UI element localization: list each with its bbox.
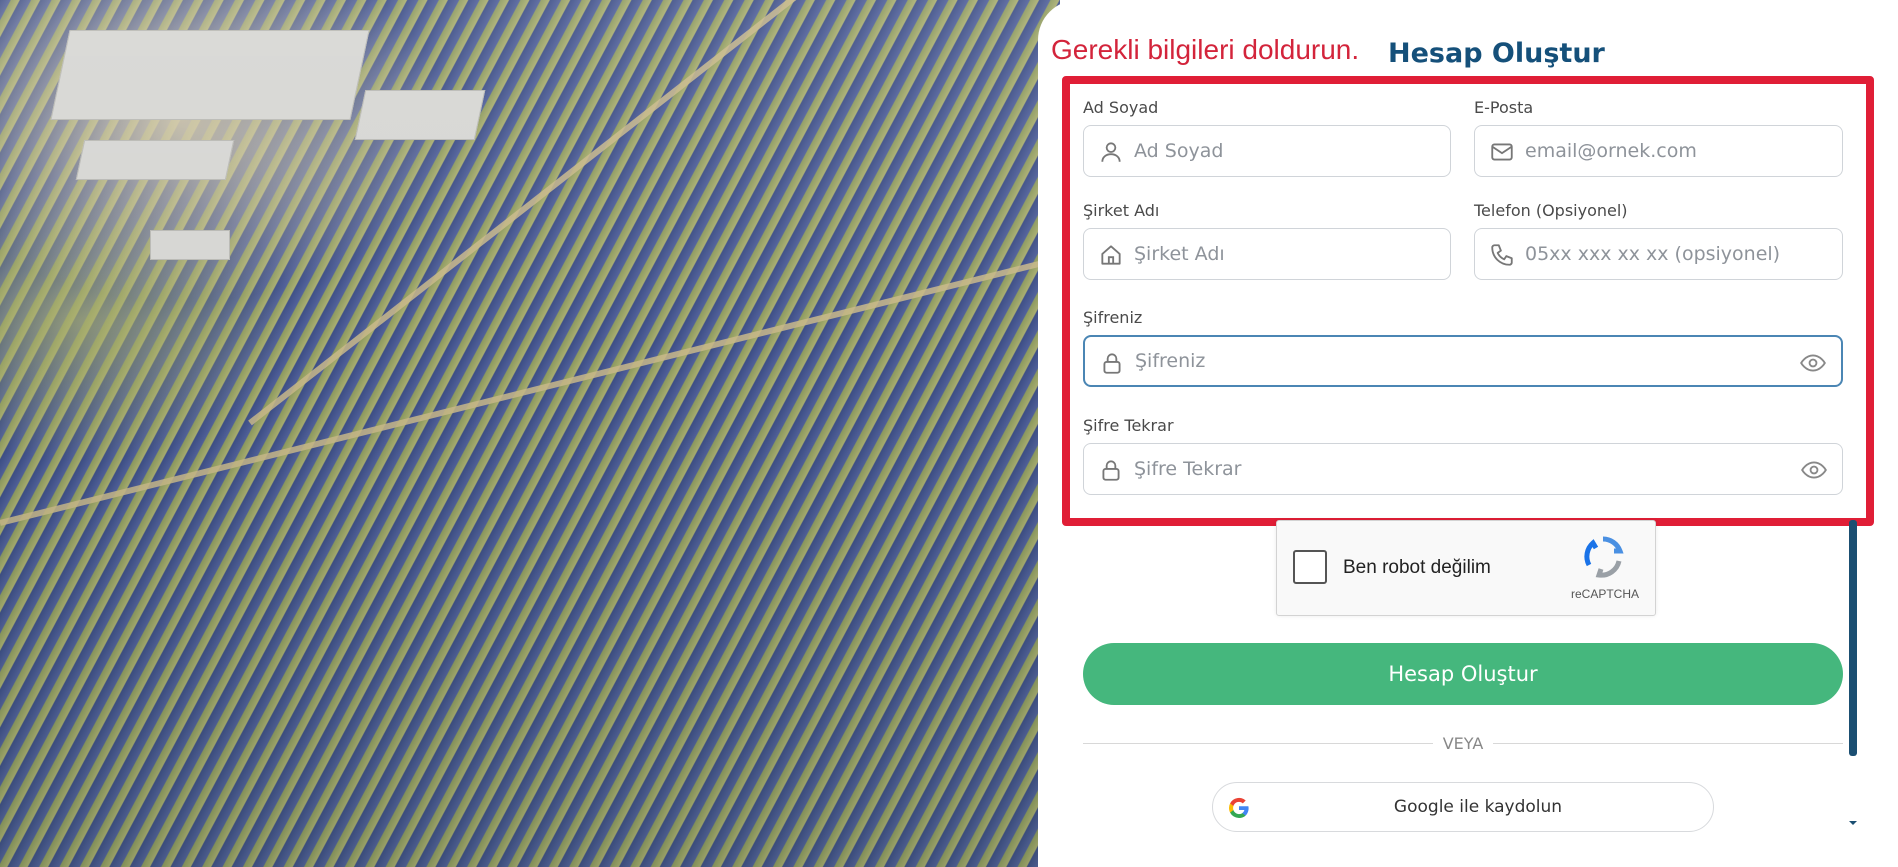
scroll-down-arrow-icon[interactable] [1848,818,1858,828]
password-input-wrap [1083,335,1843,387]
google-signup-label: Google ile kaydolun [1393,797,1563,817]
phone-input[interactable] [1525,229,1792,279]
name-label: Ad Soyad [1083,98,1159,117]
mail-icon [1491,143,1513,161]
company-input[interactable] [1134,229,1400,279]
user-icon [1101,142,1121,162]
recaptcha-widget: Ben robot değilim reCAPTCHA [1276,520,1656,616]
email-input[interactable] [1525,126,1792,176]
company-label: Şirket Adı [1083,201,1160,220]
phone-field-group: Telefon (Opsiyonel) [1474,201,1843,280]
phone-input-wrap [1474,228,1843,280]
recaptcha-brand: reCAPTCHA [1571,587,1640,601]
recaptcha-label: Ben robot değilim [1343,557,1491,578]
company-field-group: Şirket Adı [1083,201,1451,280]
recaptcha-logo-icon [1584,536,1624,578]
password-input[interactable] [1135,337,1791,385]
email-input-wrap [1474,125,1843,177]
password-confirm-field-group: Şifre Tekrar [1083,416,1843,495]
create-account-button[interactable]: Hesap Oluştur [1083,643,1843,705]
scrollbar-thumb[interactable] [1849,520,1857,756]
divider-line [1493,743,1843,744]
name-field-group: Ad Soyad [1083,98,1451,177]
company-input-wrap [1083,228,1451,280]
password-confirm-label: Şifre Tekrar [1083,416,1174,435]
email-field-group: E-Posta [1474,98,1843,177]
password-confirm-input[interactable] [1134,444,1792,494]
lock-icon [1103,353,1121,374]
password-field-group: Şifreniz [1083,308,1843,387]
eye-icon[interactable] [1800,457,1828,483]
recaptcha-checkbox[interactable] [1293,550,1327,584]
lock-icon [1102,460,1120,481]
name-input-wrap [1083,125,1451,177]
phone-icon [1491,244,1513,266]
name-input[interactable] [1134,126,1400,176]
home-icon [1101,245,1121,265]
google-signup-button[interactable]: Google ile kaydolun [1212,782,1714,832]
phone-label: Telefon (Opsiyonel) [1474,201,1628,220]
eye-icon[interactable] [1799,350,1827,376]
hero-overlay [0,0,1060,867]
email-label: E-Posta [1474,98,1534,117]
page-title: Hesap Oluştur [1388,38,1605,69]
hero-aerial-image [0,0,1060,867]
required-info-hint: Gerekli bilgileri doldurun. [1051,34,1360,65]
password-confirm-input-wrap [1083,443,1843,495]
or-divider: VEYA [1083,734,1843,754]
password-label: Şifreniz [1083,308,1143,327]
